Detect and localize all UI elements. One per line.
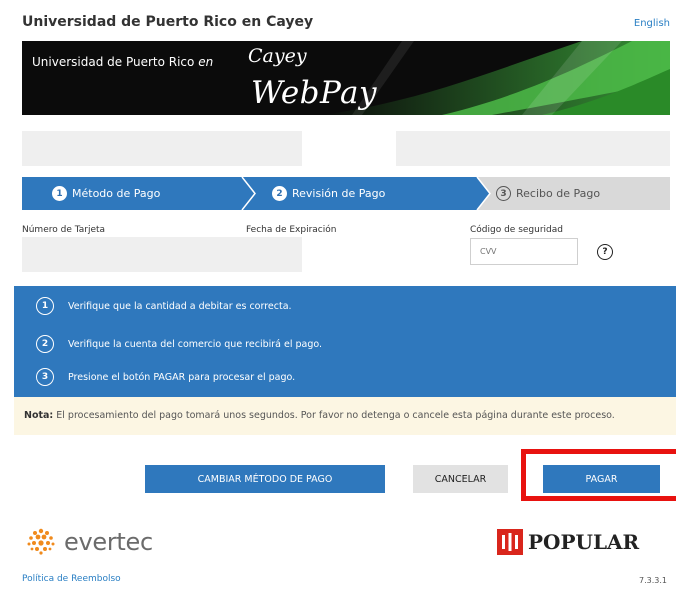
processing-note: Nota: El procesamiento del pago tomará u…	[14, 397, 676, 435]
banner-university-text: Universidad de Puerto Rico en	[32, 55, 214, 69]
step-1-number: 1	[52, 186, 67, 201]
step-2-label: Revisión de Pago	[292, 187, 386, 200]
security-code-label: Código de seguridad	[470, 225, 563, 235]
cvv-input[interactable]	[470, 238, 578, 265]
card-number-field	[22, 237, 302, 272]
step-1-label: Método de Pago	[72, 187, 161, 200]
note-label: Nota:	[24, 410, 54, 421]
cancel-button[interactable]: CANCELAR	[413, 465, 508, 493]
payment-steps: 1 Método de Pago 2 Revisión de Pago 3 Re…	[22, 177, 670, 210]
instruction-text: Verifique que la cantidad a debitar es c…	[68, 300, 292, 312]
instruction-item: 1 Verifique que la cantidad a debitar es…	[36, 297, 292, 315]
instruction-number: 1	[36, 297, 54, 315]
evertec-wordmark: evertec	[64, 528, 153, 556]
refund-policy-link[interactable]: Política de Reembolso	[22, 574, 121, 584]
popular-logo: POPULAR	[497, 526, 639, 558]
banner-campus-text: Cayey	[248, 45, 307, 67]
evertec-logo: evertec	[24, 524, 153, 560]
step-2-number: 2	[272, 186, 287, 201]
amount-info-box	[396, 131, 670, 166]
step-3: 3 Recibo de Pago	[496, 186, 600, 201]
webpay-banner: Universidad de Puerto Rico en Cayey WebP…	[22, 41, 670, 115]
merchant-info-box	[22, 131, 302, 166]
step-3-number: 3	[496, 186, 511, 201]
instruction-number: 2	[36, 335, 54, 353]
webpay-page: Universidad de Puerto Rico en Cayey Engl…	[0, 0, 676, 601]
step-3-label: Recibo de Pago	[516, 187, 601, 200]
instruction-text: Verifique la cuenta del comercio que rec…	[68, 338, 323, 350]
step-2: 2 Revisión de Pago	[272, 186, 385, 201]
pay-button[interactable]: PAGAR	[543, 465, 660, 493]
help-icon[interactable]: ?	[597, 244, 613, 260]
expiration-label: Fecha de Expiración	[246, 225, 337, 235]
page-title: Universidad de Puerto Rico en Cayey	[22, 14, 314, 30]
note-text: El procesamiento del pago tomará unos se…	[56, 410, 615, 421]
instruction-item: 2 Verifique la cuenta del comercio que r…	[36, 335, 322, 353]
card-number-label: Número de Tarjeta	[22, 225, 106, 235]
change-payment-method-button[interactable]: CAMBIAR MÉTODO DE PAGO	[145, 465, 385, 493]
banner-webpay-text: WebPay	[251, 75, 377, 111]
version-text: 7.3.3.1	[639, 576, 667, 585]
instructions-panel: 1 Verifique que la cantidad a debitar es…	[14, 286, 676, 397]
popular-emblem-icon	[497, 529, 523, 555]
popular-wordmark: POPULAR	[528, 530, 640, 554]
instruction-text: Presione el botón PAGAR para procesar el…	[68, 371, 296, 383]
instruction-number: 3	[36, 368, 54, 386]
instruction-item: 3 Presione el botón PAGAR para procesar …	[36, 368, 295, 386]
evertec-dots-icon	[27, 528, 55, 555]
language-link[interactable]: English	[634, 18, 670, 29]
step-1: 1 Método de Pago	[52, 186, 160, 201]
